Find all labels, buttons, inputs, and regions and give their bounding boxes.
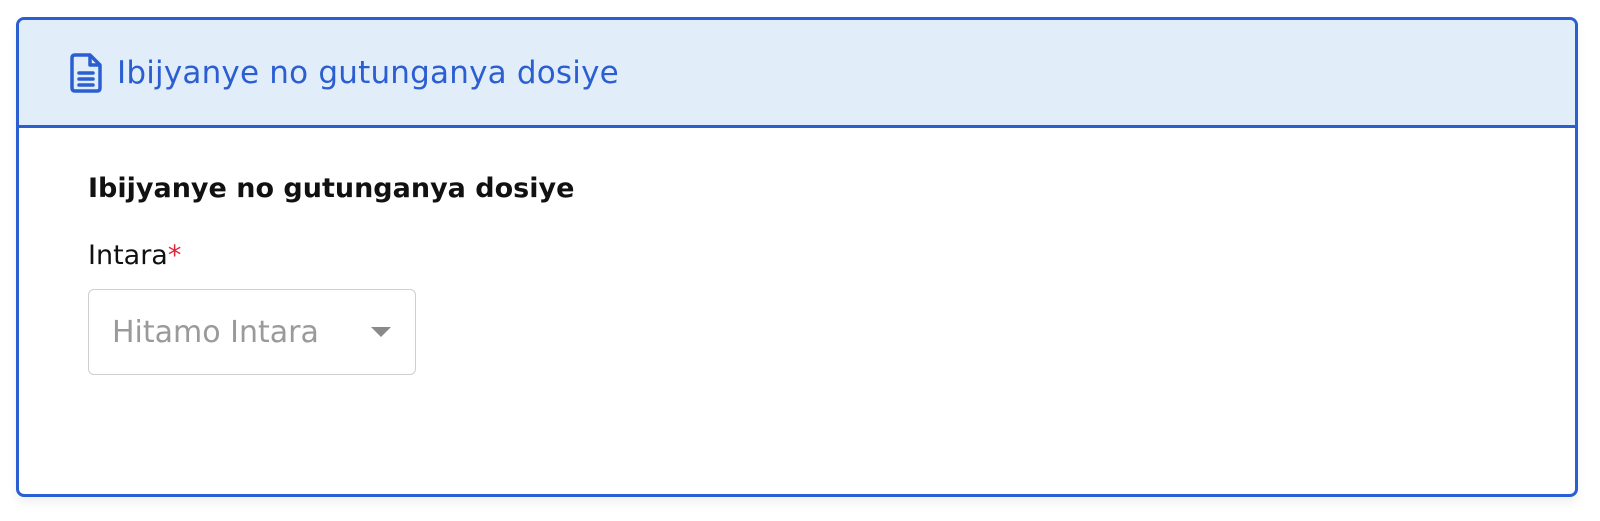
intara-label-text: Intara xyxy=(88,240,168,271)
file-processing-panel: Ibijyanye no gutunganya dosiye Ibijyanye… xyxy=(16,17,1578,497)
panel-header: Ibijyanye no gutunganya dosiye xyxy=(19,20,1575,128)
section-title: Ibijyanye no gutunganya dosiye xyxy=(88,173,575,204)
intara-select-placeholder: Hitamo Intara xyxy=(112,314,319,350)
document-icon xyxy=(69,52,103,93)
chevron-down-icon[interactable] xyxy=(371,327,391,337)
panel-title: Ibijyanye no gutunganya dosiye xyxy=(117,54,619,91)
intara-field: Intara* Hitamo Intara xyxy=(88,242,1575,375)
intara-label: Intara* xyxy=(88,242,1575,269)
required-mark: * xyxy=(167,240,182,271)
panel-body: Ibijyanye no gutunganya dosiye Intara* H… xyxy=(19,128,1575,375)
intara-select[interactable]: Hitamo Intara xyxy=(88,289,416,375)
